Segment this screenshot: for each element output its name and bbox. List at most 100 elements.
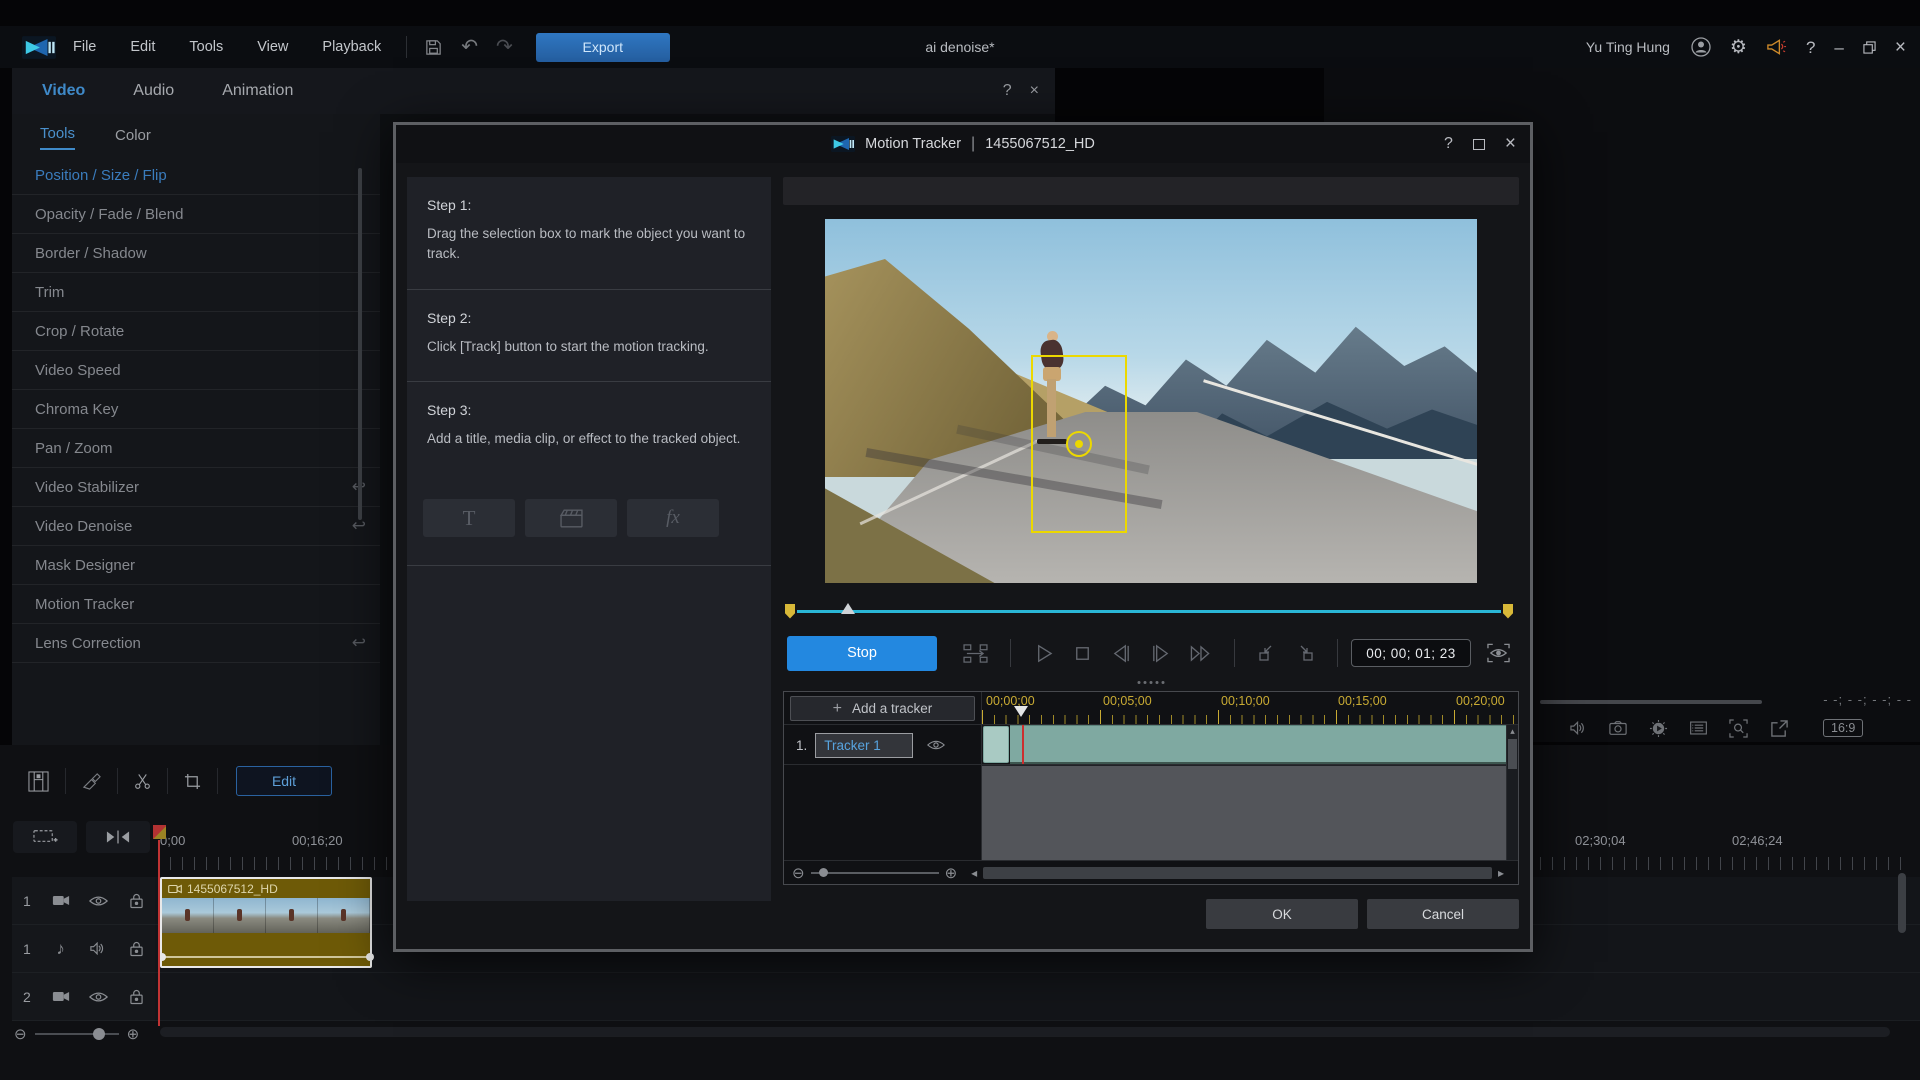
add-tracker-button[interactable]: + Add a tracker [790, 696, 975, 721]
dialog-close-icon[interactable]: × [1505, 133, 1516, 155]
tool-item-video-speed[interactable]: Video Speed [12, 351, 380, 390]
tool-item-position-size-flip[interactable]: Position / Size / Flip [12, 156, 380, 195]
aspect-ratio-badge[interactable]: 16:9 [1823, 719, 1863, 737]
detach-preview-icon[interactable] [1770, 719, 1789, 738]
drag-handle-dots[interactable] [1138, 681, 1165, 684]
tab-audio[interactable]: Audio [133, 82, 174, 100]
stop-button[interactable]: Stop [787, 636, 937, 671]
timeline-v-scrollbar[interactable] [1898, 873, 1906, 933]
mark-in-icon[interactable] [1257, 643, 1277, 663]
cancel-button[interactable]: Cancel [1367, 899, 1519, 929]
timeline-ruler[interactable] [158, 857, 390, 870]
panel-close-icon[interactable]: × [1030, 82, 1039, 100]
crop-timeline-icon[interactable] [184, 773, 201, 790]
subtab-color[interactable]: Color [115, 127, 151, 150]
menu-view[interactable]: View [240, 39, 305, 55]
tools-scrollbar[interactable] [358, 168, 362, 520]
render-preview-icon[interactable] [1649, 719, 1668, 738]
tracker-row[interactable]: 1. Tracker 1 [784, 725, 1518, 765]
dialog-maximize-icon[interactable] [1473, 139, 1485, 150]
razor-icon[interactable] [82, 772, 101, 791]
mark-in-flag[interactable] [785, 604, 795, 619]
timeline-ruler[interactable] [1540, 857, 1906, 870]
timecode-display[interactable]: 00; 00; 01; 23 [1351, 639, 1471, 667]
add-title-button[interactable]: T [423, 499, 515, 537]
preview-seekbar[interactable] [785, 603, 1513, 619]
timeline-h-scrollbar[interactable] [160, 1027, 1890, 1037]
track-manager-icon[interactable] [28, 771, 49, 792]
tool-item-border-shadow[interactable]: Border / Shadow [12, 234, 380, 273]
tracking-selection-box[interactable] [1031, 355, 1127, 533]
lock-icon[interactable] [117, 893, 155, 909]
help-icon[interactable]: ? [1806, 39, 1815, 56]
timeline-playhead[interactable] [158, 840, 160, 1026]
speaker-icon[interactable] [80, 942, 118, 955]
ok-button[interactable]: OK [1206, 899, 1358, 929]
reset-icon[interactable]: ↩ [352, 633, 366, 653]
seek-thumb[interactable] [841, 603, 855, 614]
fast-forward-icon[interactable] [1189, 643, 1212, 664]
tracker-ruler[interactable]: 00;00;00 00;05;00 00;10;00 00;15;00 00;2… [982, 692, 1518, 724]
tracker-track[interactable] [982, 725, 1518, 764]
timeline-clip[interactable]: 1455067512_HD [160, 877, 372, 968]
tool-item-video-stabilizer[interactable]: Video Stabilizer↩ [12, 468, 380, 507]
tracker-zoom-thumb[interactable] [819, 868, 828, 877]
tracker-eye-icon[interactable] [927, 739, 945, 751]
stop-square-icon[interactable] [1072, 643, 1093, 664]
panel-help-icon[interactable]: ? [1003, 82, 1012, 100]
menu-playback[interactable]: Playback [305, 39, 398, 55]
zoom-slider-thumb[interactable] [93, 1028, 105, 1040]
subtab-tools[interactable]: Tools [40, 125, 75, 150]
tracker-name-input[interactable]: Tracker 1 [815, 733, 913, 758]
tab-video[interactable]: Video [42, 82, 85, 100]
scissors-icon[interactable] [134, 772, 151, 790]
menu-file[interactable]: File [56, 39, 113, 55]
tool-item-opacity-fade-blend[interactable]: Opacity / Fade / Blend [12, 195, 380, 234]
edit-button[interactable]: Edit [236, 766, 332, 796]
tracker-zoom-slider[interactable] [811, 872, 939, 874]
tracking-start-segment[interactable] [983, 726, 1009, 763]
tool-item-pan-zoom[interactable]: Pan / Zoom [12, 429, 380, 468]
scroll-right-icon[interactable]: ▸ [1498, 866, 1504, 880]
tracker-v-scrollbar[interactable]: ▴ [1506, 725, 1518, 860]
tool-item-mask-designer[interactable]: Mask Designer [12, 546, 380, 585]
add-effect-button[interactable]: fx [627, 499, 719, 537]
tracker-h-scrollbar[interactable] [983, 867, 1492, 879]
close-icon[interactable]: × [1895, 38, 1906, 57]
scroll-up-icon[interactable]: ▴ [1507, 725, 1518, 738]
scroll-left-icon[interactable]: ◂ [971, 866, 977, 880]
tool-item-lens-correction[interactable]: Lens Correction↩ [12, 624, 380, 663]
zoom-out-icon[interactable]: ⊖ [14, 1025, 27, 1043]
clip-handle-right[interactable] [366, 953, 374, 961]
track-segments-icon[interactable] [963, 643, 988, 664]
menu-tools[interactable]: Tools [172, 39, 240, 55]
lane-video2[interactable] [155, 973, 1920, 1021]
tracker-v-thumb[interactable] [1508, 739, 1517, 769]
menu-edit[interactable]: Edit [113, 39, 172, 55]
mark-out-flag[interactable] [1503, 604, 1513, 619]
tracking-target-icon[interactable] [1066, 431, 1092, 457]
export-button[interactable]: Export [536, 33, 670, 62]
preview-zoom-icon[interactable] [1729, 719, 1748, 738]
tool-item-trim[interactable]: Trim [12, 273, 380, 312]
tool-item-chroma-key[interactable]: Chroma Key [12, 390, 380, 429]
play-icon[interactable] [1033, 643, 1054, 664]
eye-icon[interactable] [80, 895, 118, 907]
zoom-slider[interactable] [35, 1033, 119, 1035]
lock-icon[interactable] [117, 941, 155, 957]
mark-out-icon[interactable] [1295, 643, 1315, 663]
tracked-region[interactable] [1010, 725, 1506, 764]
gear-icon[interactable]: ⚙ [1730, 38, 1747, 57]
eye-icon[interactable] [80, 991, 118, 1003]
next-frame-icon[interactable] [1150, 643, 1171, 664]
add-media-clip-button[interactable] [525, 499, 617, 537]
seek-line[interactable] [797, 610, 1501, 613]
dialog-help-icon[interactable]: ? [1444, 135, 1453, 153]
tool-item-video-denoise[interactable]: Video Denoise↩ [12, 507, 380, 546]
dialog-title-bar[interactable]: Motion Tracker | 1455067512_HD ? × [396, 125, 1530, 163]
previous-frame-icon[interactable] [1111, 643, 1132, 664]
video-preview[interactable] [825, 219, 1477, 583]
transition-button[interactable] [86, 821, 150, 853]
speaker-icon[interactable] [1570, 721, 1587, 735]
tool-item-crop-rotate[interactable]: Crop / Rotate [12, 312, 380, 351]
